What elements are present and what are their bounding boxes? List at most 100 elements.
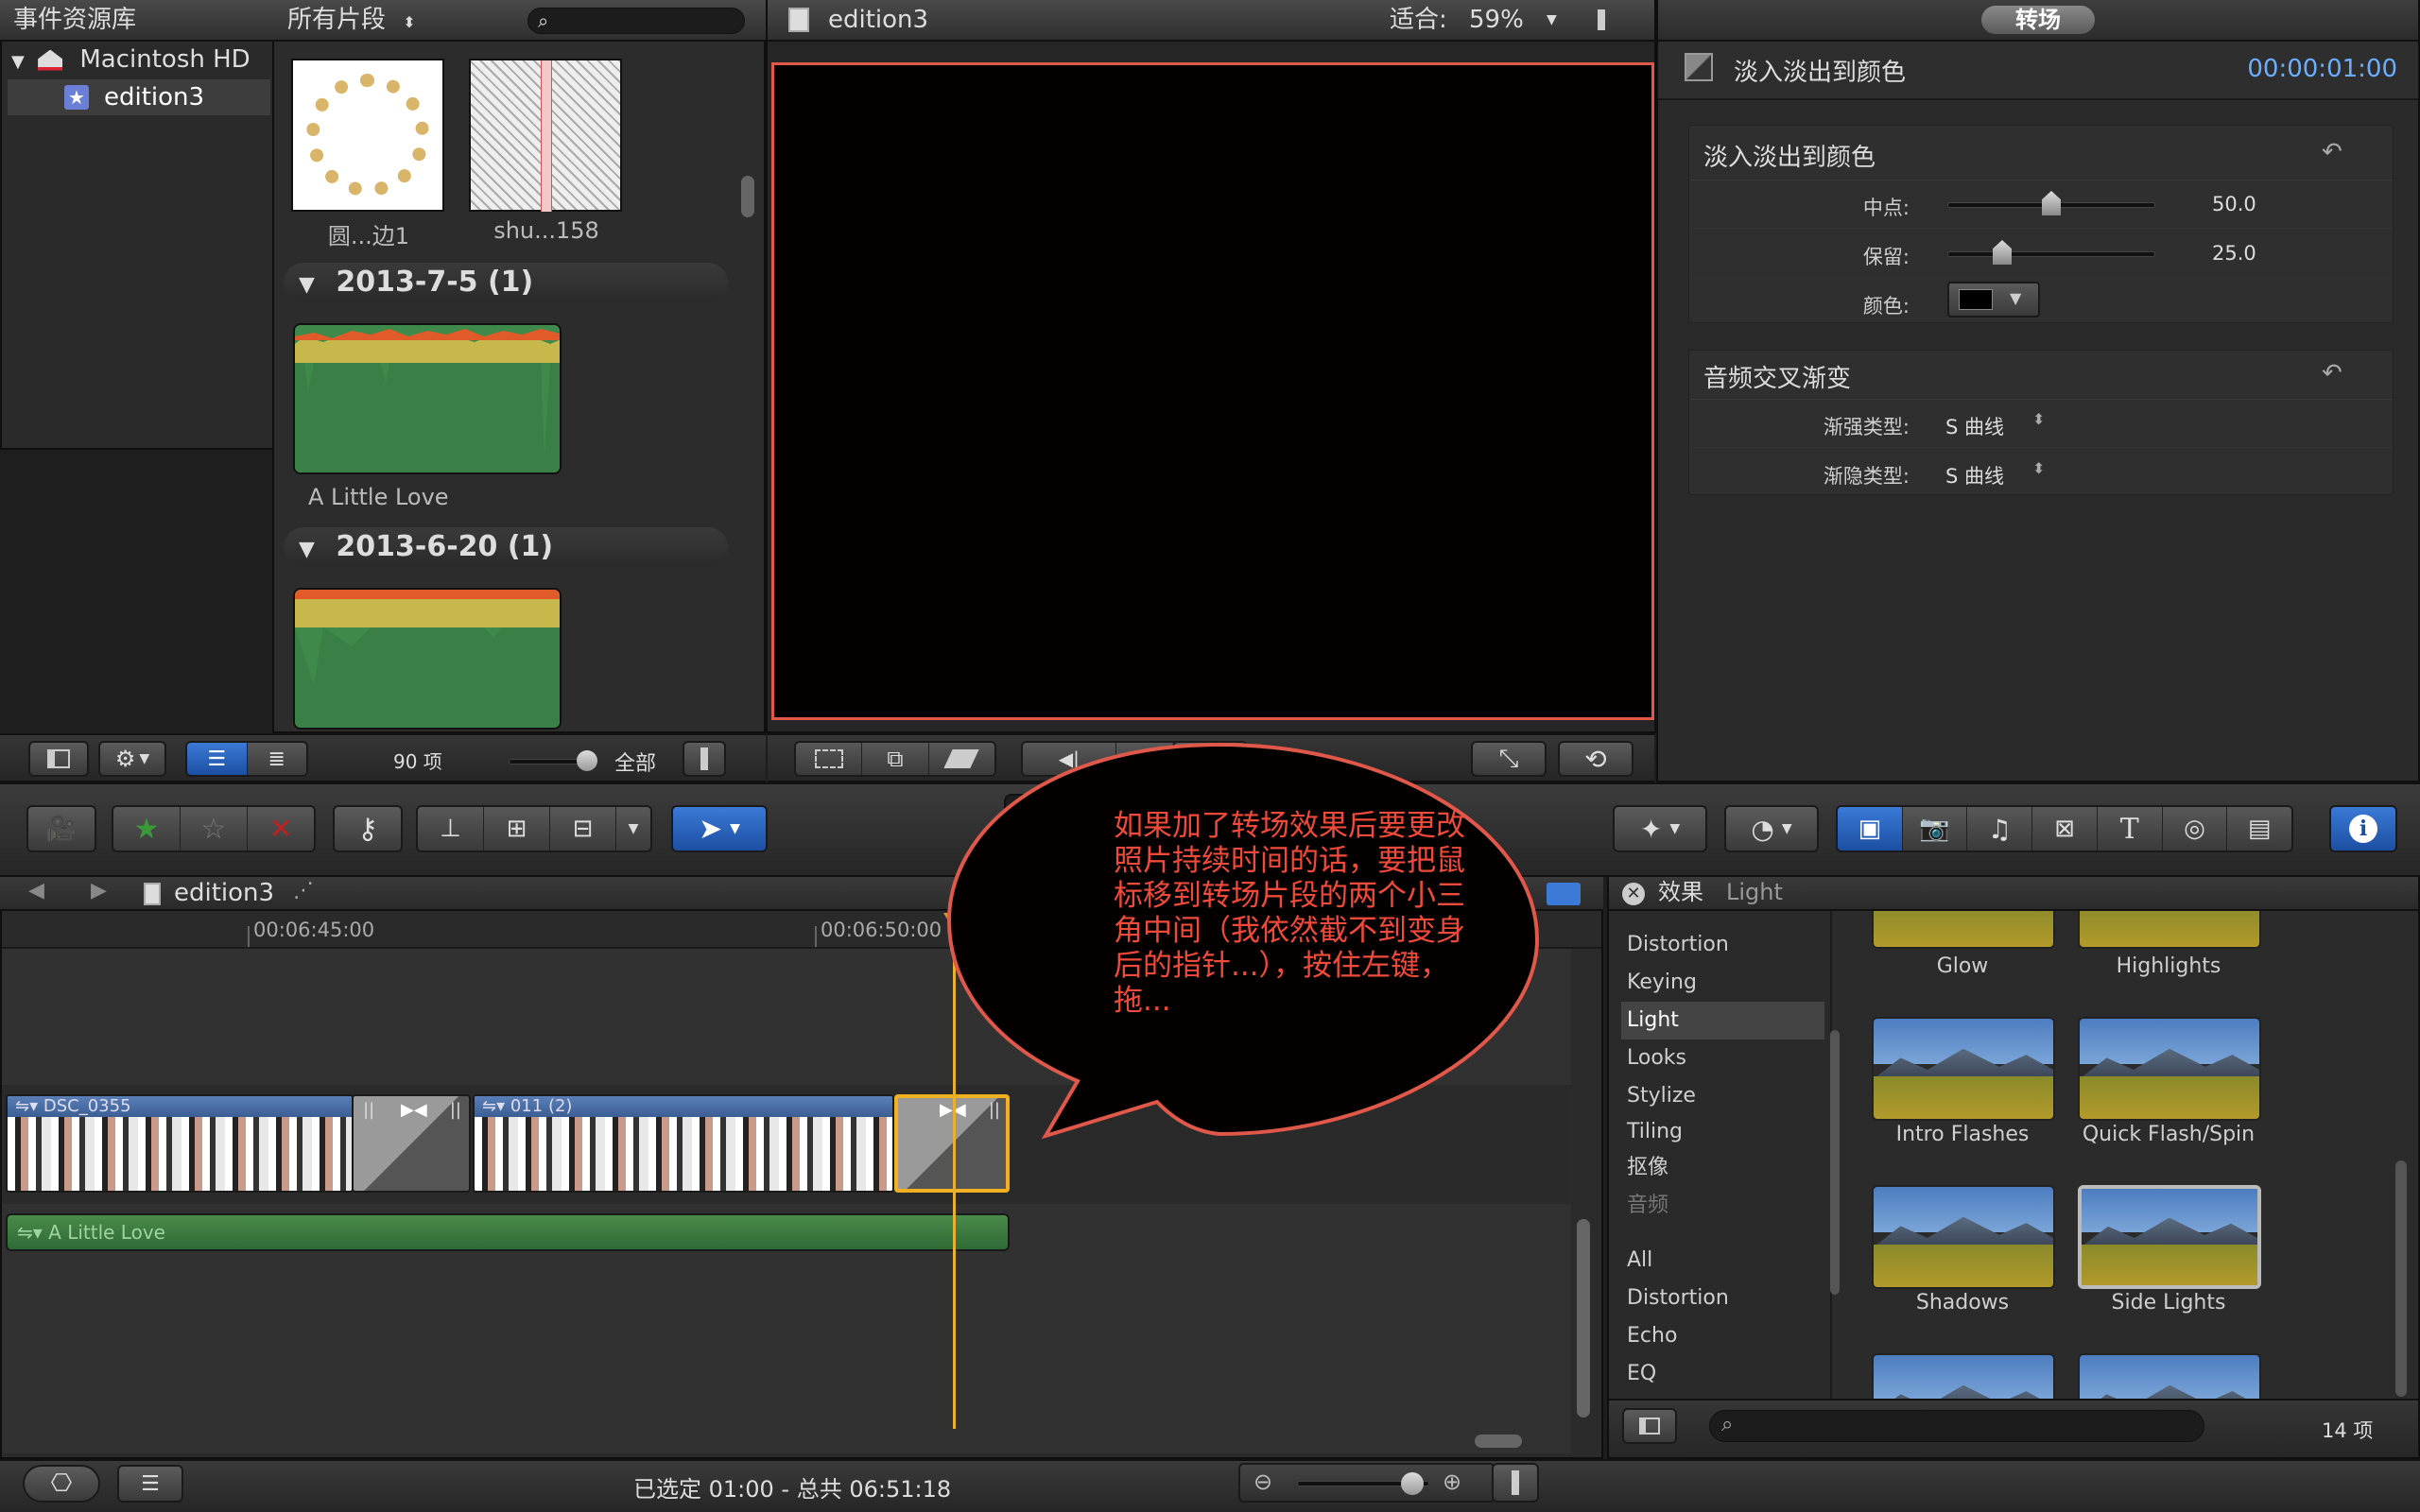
effects-browser-button[interactable]: ▣ — [1838, 807, 1903, 850]
rating-segment[interactable]: ★ ☆ ✕ — [112, 805, 316, 852]
library-event-item[interactable]: ★ edition3 — [8, 79, 270, 115]
view-options-icon[interactable] — [1598, 9, 1605, 30]
clip-menu-icon[interactable]: ⇋▾ — [15, 1096, 38, 1116]
view-mode-segment[interactable]: ☰ ≣ — [185, 741, 308, 777]
effects-category-looks[interactable]: Looks — [1621, 1040, 1824, 1077]
transition-handle-icon[interactable]: || — [989, 1100, 1000, 1120]
skimming-toggle-icon[interactable] — [1547, 883, 1581, 905]
reset-icon[interactable]: ↶ — [2322, 359, 2342, 387]
filmstrip-view-button[interactable]: ☰ — [187, 743, 248, 775]
onscreen-controls-segment[interactable]: ⧉ — [794, 741, 996, 777]
zoom-value[interactable]: 59% — [1469, 0, 1524, 40]
import-media-button[interactable]: 🎥 — [26, 805, 96, 852]
close-icon[interactable]: ✕ — [1622, 883, 1645, 905]
zoom-dropdown-icon[interactable]: ▼ — [1547, 0, 1557, 40]
audio-clip-bar[interactable]: ⇋▾ A Little Love — [6, 1213, 1010, 1251]
effects-category-light[interactable]: Light — [1621, 1002, 1824, 1040]
keyword-button[interactable]: ⚷ — [333, 805, 403, 852]
transition-clip-1[interactable]: || ▶◀ || — [352, 1094, 471, 1193]
fade-in-type-value[interactable]: S 曲线 — [1945, 412, 2004, 440]
all-clips-filter[interactable]: 所有片段 — [287, 6, 386, 34]
append-clip-button[interactable]: ⊟ — [550, 807, 616, 850]
zoom-slider-knob[interactable] — [1401, 1472, 1424, 1495]
clip-appearance-button[interactable] — [683, 741, 726, 777]
unrate-button[interactable]: ☆ — [181, 807, 248, 850]
history-back-icon[interactable]: ◀ — [28, 879, 44, 902]
timeline-zoom-control[interactable]: ⊖ ⊕ — [1238, 1463, 1495, 1503]
connect-clip-button[interactable]: ⊥ — [418, 807, 484, 850]
filter-stepper-icon[interactable]: ⬍ — [403, 13, 415, 31]
effects-category-distortion[interactable]: Distortion — [1621, 926, 1824, 964]
effect-tile-shadows[interactable] — [1872, 1185, 2055, 1289]
date-group-2[interactable]: ▼ 2013-6-20 (1) — [284, 527, 728, 567]
effects-category-all[interactable]: All — [1621, 1242, 1824, 1280]
effects-grid-scrollbar[interactable] — [2395, 1160, 2407, 1397]
effect-tile-quick-flash[interactable] — [2078, 1017, 2261, 1121]
effects-category-echo[interactable]: Echo — [1621, 1317, 1824, 1355]
date-group-1[interactable]: ▼ 2013-7-5 (1) — [284, 263, 728, 302]
audio-meters-toggle[interactable]: ⎔ — [23, 1465, 100, 1503]
transition-handle-icon[interactable]: || — [363, 1100, 374, 1120]
distort-button[interactable] — [928, 743, 994, 775]
fade-out-type-value[interactable]: S 曲线 — [1945, 461, 2004, 490]
video-clip-011[interactable]: ⇋▾ 011 (2) — [473, 1094, 894, 1193]
hold-slider-track[interactable] — [1947, 251, 2155, 257]
timeline-index-button[interactable]: ☰ — [117, 1465, 183, 1503]
photo-thumb-circle[interactable] — [291, 59, 444, 212]
stepper-icon[interactable]: ⬍ — [2032, 459, 2045, 477]
music-browser-button[interactable]: ♫ — [1967, 807, 2033, 850]
effect-tile-highlights[interactable] — [2078, 911, 2261, 949]
effects-category-tiling[interactable]: Tiling — [1621, 1113, 1824, 1151]
effect-tile-side-lights[interactable] — [2078, 1185, 2261, 1289]
list-view-button[interactable]: ≣ — [247, 743, 306, 775]
photos-browser-button[interactable]: 📷 — [1902, 807, 1968, 850]
effects-sidebar-toggle[interactable] — [1622, 1408, 1677, 1444]
library-disk-item[interactable]: ▼ Macintosh HD — [0, 42, 265, 77]
midpoint-value[interactable]: 50.0 — [2212, 193, 2256, 215]
disclosure-triangle-icon[interactable]: ▼ — [11, 52, 25, 72]
effect-tile-intro-flashes[interactable] — [1872, 1017, 2055, 1121]
category-scrollbar[interactable] — [1830, 1030, 1840, 1295]
playhead-line[interactable] — [953, 932, 956, 1429]
viewer-canvas[interactable] — [771, 62, 1654, 720]
media-browser-segment[interactable]: ▣ 📷 ♫ ⊠ T ◎ ▤ — [1836, 805, 2293, 852]
crop-button[interactable]: ⧉ — [862, 743, 929, 775]
titles-browser-button[interactable]: T — [2097, 807, 2163, 850]
enhancements-button[interactable]: ✦ ▼ — [1613, 805, 1707, 852]
effects-category-keying[interactable]: Keying — [1621, 964, 1824, 1002]
play-button[interactable]: ▶ — [1172, 741, 1248, 777]
favorite-button[interactable]: ★ — [113, 807, 181, 850]
effects-category-stylize[interactable]: Stylize — [1621, 1077, 1824, 1115]
clip-menu-icon[interactable]: ⇋▾ — [17, 1221, 43, 1244]
insert-clip-button[interactable]: ⊞ — [484, 807, 550, 850]
generators-browser-button[interactable]: ◎ — [2162, 807, 2228, 850]
transition-duration[interactable]: 00:00:01:00 — [2247, 55, 2397, 83]
video-clip-dsc0355[interactable]: ⇋▾ DSC_0355 — [6, 1094, 354, 1193]
transform-button[interactable] — [796, 743, 863, 775]
action-menu-button[interactable]: ⚙ ▼ — [98, 741, 166, 777]
effect-tile-glow[interactable] — [1872, 911, 2055, 949]
reject-button[interactable]: ✕ — [248, 807, 314, 850]
zoom-out-icon[interactable]: ⊖ — [1253, 1469, 1272, 1495]
history-forward-icon[interactable]: ▶ — [91, 879, 107, 902]
effect-tile-next-2[interactable] — [2078, 1353, 2261, 1399]
effect-tile-next-1[interactable] — [1872, 1353, 2055, 1399]
retime-button[interactable]: ◔ ▼ — [1724, 805, 1819, 852]
chevron-down-icon[interactable]: ▼ — [2010, 289, 2021, 307]
reset-icon[interactable]: ↶ — [2322, 138, 2342, 166]
edit-mode-segment[interactable]: ⊥ ⊞ ⊟ ▼ — [416, 805, 652, 852]
timeline-h-scrollbar[interactable] — [1475, 1435, 1522, 1448]
timeline-v-scrollbar[interactable] — [1577, 1219, 1590, 1418]
clip-menu-icon[interactable]: ⇋▾ — [482, 1096, 505, 1116]
photo-thumb-pattern[interactable] — [469, 59, 622, 212]
select-tool-button[interactable]: ➤ ▼ — [671, 805, 768, 852]
transitions-browser-button[interactable]: ⊠ — [2032, 807, 2098, 850]
show-library-button[interactable] — [28, 741, 89, 777]
inspector-button[interactable]: i — [2329, 805, 2397, 852]
timeline-index-icon[interactable]: ⋰ — [293, 879, 314, 902]
prev-frame-button[interactable]: ◀| — [1023, 743, 1116, 775]
hold-value[interactable]: 25.0 — [2212, 242, 2256, 265]
transition-tab[interactable]: 转场 — [1981, 6, 2095, 34]
background-tasks-indicator[interactable]: 100 % — [1004, 794, 1074, 864]
audio-clip-thumb[interactable] — [293, 323, 562, 474]
